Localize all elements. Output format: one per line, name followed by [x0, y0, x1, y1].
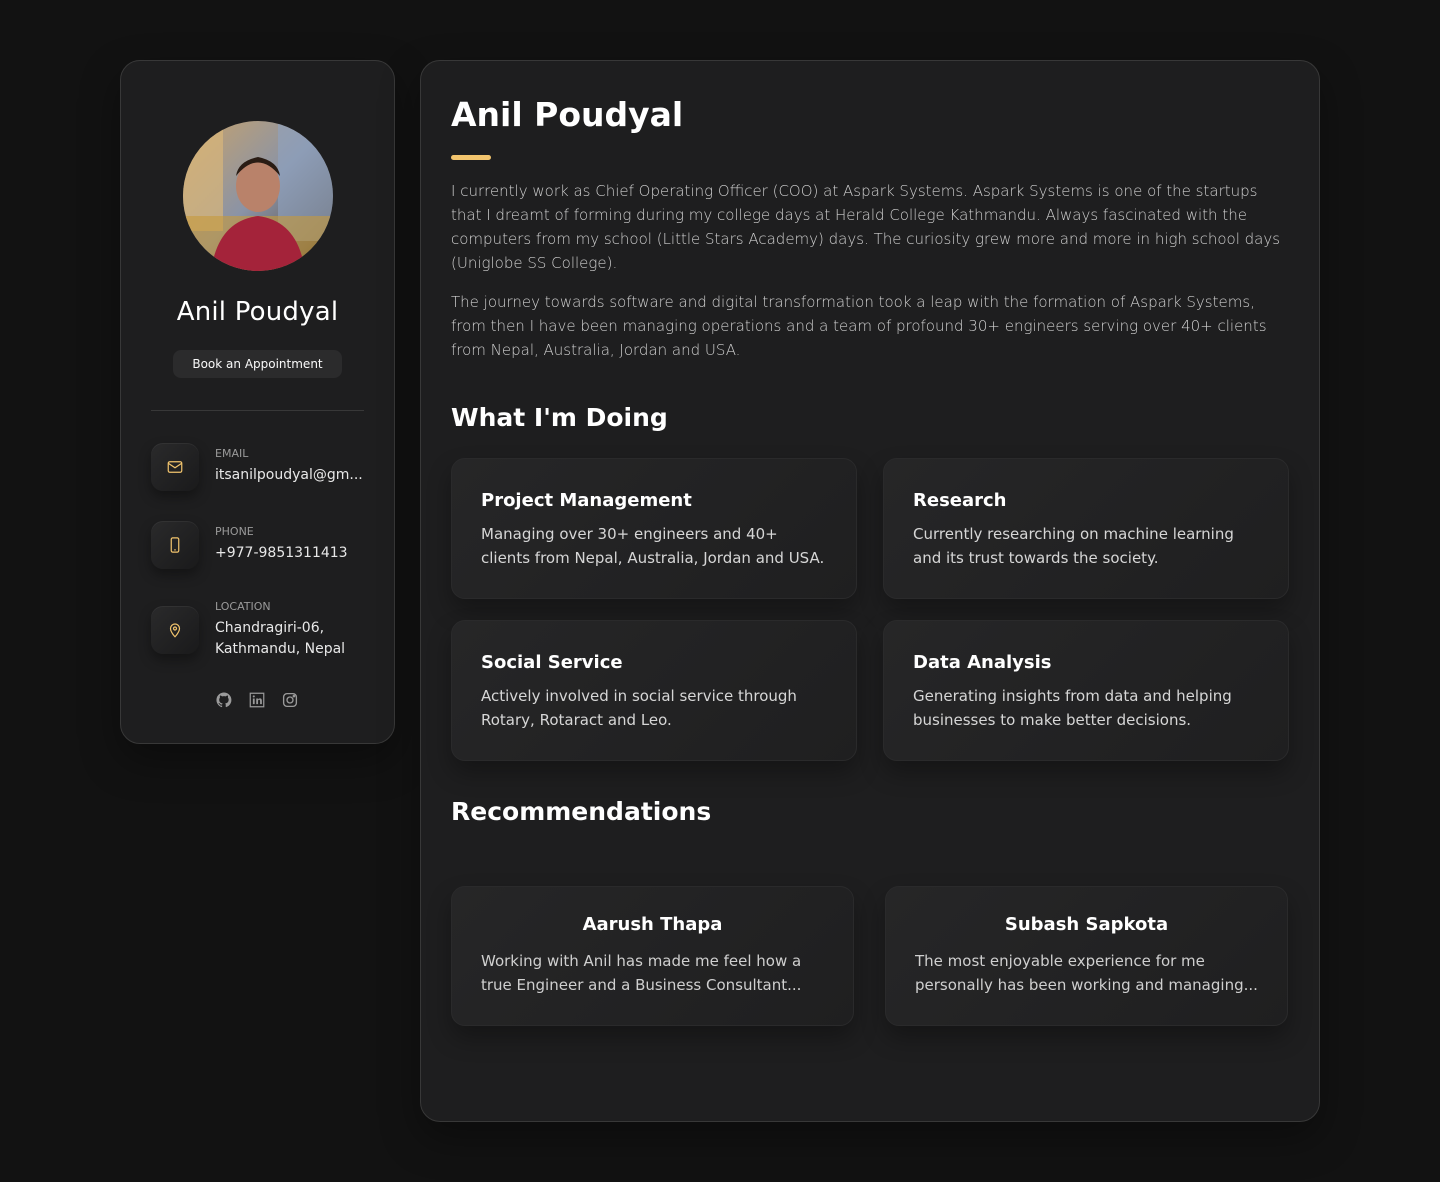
title-underline — [451, 155, 491, 160]
contact-label: PHONE — [215, 525, 254, 538]
contact-phone: PHONE +977-9851311413 — [151, 521, 366, 571]
phone-icon — [151, 521, 199, 569]
contact-label: EMAIL — [215, 447, 249, 460]
mail-icon — [151, 443, 199, 491]
recommendation-card[interactable]: Aarush Thapa Working with Anil has made … — [451, 886, 854, 1026]
book-appointment-button[interactable]: Book an Appointment — [173, 350, 342, 378]
service-card: Project Management Managing over 30+ eng… — [451, 458, 857, 599]
email-link[interactable]: itsanilpoudyal@gm... — [215, 465, 366, 486]
service-title: Project Management — [481, 490, 692, 511]
recommendations-title: Recommendations — [451, 797, 712, 826]
phone-link[interactable]: +977-9851311413 — [215, 543, 366, 564]
profile-name: Anil Poudyal — [176, 297, 339, 327]
avatar — [183, 121, 333, 271]
location-value: Chandragiri-06, Kathmandu, Nepal — [215, 620, 346, 657]
main-content: Anil Poudyal I currently work as Chief O… — [420, 60, 1320, 1122]
github-icon[interactable] — [215, 691, 234, 710]
services-title: What I'm Doing — [451, 403, 668, 432]
contact-label: LOCATION — [215, 600, 271, 613]
recommendation-card[interactable]: Subash Sapkota The most enjoyable experi… — [885, 886, 1288, 1026]
service-title: Social Service — [481, 652, 623, 673]
service-description: Actively involved in social service thro… — [481, 687, 797, 729]
contact-location: LOCATION Chandragiri-06, Kathmandu, Nepa… — [151, 596, 366, 662]
sidebar: Anil Poudyal Book an Appointment EMAIL i… — [120, 60, 395, 744]
contact-email: EMAIL itsanilpoudyal@gm... — [151, 443, 366, 493]
recommender-name: Aarush Thapa — [582, 914, 723, 935]
about-paragraph: I currently work as Chief Operating Offi… — [451, 182, 1281, 272]
recommender-name: Subash Sapkota — [1004, 914, 1169, 935]
service-description: Managing over 30+ engineers and 40+ clie… — [481, 525, 825, 567]
recommendation-text: The most enjoyable experience for me per… — [915, 952, 1258, 994]
service-description: Generating insights from data and helpin… — [913, 687, 1232, 729]
service-description: Currently researching on machine learnin… — [913, 525, 1234, 567]
service-title: Research — [913, 490, 1007, 511]
service-card: Social Service Actively involved in soci… — [451, 620, 857, 761]
service-card: Data Analysis Generating insights from d… — [883, 620, 1289, 761]
instagram-icon[interactable] — [281, 691, 300, 710]
linkedin-icon[interactable] — [248, 691, 267, 710]
recommendation-text: Working with Anil has made me feel how a… — [481, 952, 802, 994]
location-pin-icon — [151, 606, 199, 654]
page-title: Anil Poudyal — [451, 95, 684, 134]
service-title: Data Analysis — [913, 652, 1052, 673]
social-links — [121, 691, 394, 710]
service-card: Research Currently researching on machin… — [883, 458, 1289, 599]
divider — [151, 410, 364, 411]
about-paragraph: The journey towards software and digital… — [451, 293, 1267, 359]
